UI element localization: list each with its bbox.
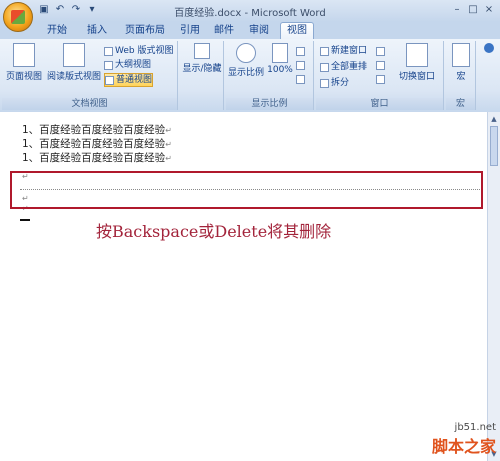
split-icon bbox=[320, 78, 329, 88]
tab-insert[interactable]: 插入 bbox=[80, 23, 114, 38]
title-bar: ▣ ↶ ↷ ▾ 百度经验.docx - Microsoft Word – □ × bbox=[0, 0, 500, 23]
scroll-thumb[interactable] bbox=[490, 126, 498, 166]
group-window: 新建窗口 全部重排 拆分 切换窗口 窗口 bbox=[316, 41, 444, 110]
reading-view-icon bbox=[63, 43, 85, 67]
vertical-scrollbar[interactable]: ▲ ▼ bbox=[487, 112, 500, 461]
web-view-button[interactable]: Web 版式视图 bbox=[104, 45, 173, 57]
document-line: 1、百度经验百度经验百度经验↵ bbox=[22, 152, 172, 164]
help-icon[interactable] bbox=[484, 43, 494, 53]
split-button[interactable]: 拆分 bbox=[320, 77, 349, 89]
tab-references[interactable]: 引用 bbox=[176, 23, 204, 38]
draft-view-button[interactable]: 普通视图 bbox=[104, 73, 154, 87]
two-pages-icon bbox=[296, 60, 305, 70]
highlight-box bbox=[10, 171, 483, 209]
tab-page-layout[interactable]: 页面布局 bbox=[118, 23, 172, 38]
office-logo-icon bbox=[11, 10, 25, 24]
show-hide-icon bbox=[194, 43, 210, 59]
group-zoom: 显示比例 100% 显示比例 bbox=[226, 41, 314, 110]
group-label-window: 窗口 bbox=[316, 98, 443, 110]
reset-window-icon bbox=[376, 74, 385, 84]
sync-scroll-button[interactable] bbox=[376, 59, 385, 71]
group-label-zoom: 显示比例 bbox=[226, 98, 313, 110]
group-label-macros: 宏 bbox=[446, 98, 475, 110]
outline-view-icon bbox=[104, 60, 113, 70]
office-button[interactable] bbox=[3, 2, 33, 32]
minimize-button[interactable]: – bbox=[450, 3, 464, 17]
tab-mailings[interactable]: 邮件 bbox=[210, 23, 238, 38]
two-pages-button[interactable] bbox=[296, 59, 305, 71]
show-hide-button[interactable]: 显示/隐藏 bbox=[182, 43, 222, 74]
watermark-brand: 脚本之家 bbox=[431, 437, 496, 456]
maximize-button[interactable]: □ bbox=[466, 3, 480, 17]
group-macros: 宏 宏 bbox=[446, 41, 476, 110]
arrange-all-button[interactable]: 全部重排 bbox=[320, 61, 367, 73]
zoom-100-icon bbox=[272, 43, 288, 63]
macros-icon bbox=[452, 43, 470, 67]
ribbon: 页面视图 阅读版式视图 Web 版式视图 大纲视图 普通视图 文档视图 显示/隐… bbox=[0, 39, 500, 113]
watermark: jb51.net 脚本之家 bbox=[432, 422, 496, 457]
window-controls: – □ × bbox=[450, 3, 496, 17]
page-view-icon bbox=[13, 43, 35, 67]
arrange-all-icon bbox=[320, 62, 329, 72]
ribbon-tabs: 开始 插入 页面布局 引用 邮件 审阅 视图 bbox=[0, 22, 500, 40]
page-width-icon bbox=[296, 74, 305, 84]
new-window-icon bbox=[320, 46, 329, 56]
group-label-document-views: 文档视图 bbox=[2, 98, 177, 110]
window-title: 百度经验.docx - Microsoft Word bbox=[174, 8, 326, 19]
magnifier-icon bbox=[236, 43, 256, 63]
one-page-icon bbox=[296, 46, 305, 56]
draft-view-icon bbox=[105, 75, 114, 85]
scroll-up-icon[interactable]: ▲ bbox=[489, 114, 499, 124]
page-view-button[interactable]: 页面视图 bbox=[6, 43, 42, 82]
tab-review[interactable]: 审阅 bbox=[244, 23, 274, 38]
zoom-button[interactable]: 显示比例 bbox=[226, 43, 266, 78]
new-window-button[interactable]: 新建窗口 bbox=[320, 45, 367, 57]
text-cursor bbox=[20, 219, 30, 221]
macros-button[interactable]: 宏 bbox=[448, 43, 474, 82]
tab-home[interactable]: 开始 bbox=[40, 23, 74, 38]
view-side-by-side-button[interactable] bbox=[376, 45, 385, 57]
reset-window-button[interactable] bbox=[376, 73, 385, 85]
document-line: 1、百度经验百度经验百度经验↵ bbox=[22, 138, 172, 150]
page-width-button[interactable] bbox=[296, 73, 305, 85]
one-page-button[interactable] bbox=[296, 45, 305, 57]
group-document-views: 页面视图 阅读版式视图 Web 版式视图 大纲视图 普通视图 文档视图 bbox=[2, 41, 178, 110]
document-line: 1、百度经验百度经验百度经验↵ bbox=[22, 124, 172, 136]
reading-view-button[interactable]: 阅读版式视图 bbox=[46, 43, 102, 82]
watermark-site: jb51.net bbox=[454, 422, 496, 433]
sync-scroll-icon bbox=[376, 60, 385, 70]
close-button[interactable]: × bbox=[482, 3, 496, 17]
switch-window-icon bbox=[406, 43, 428, 67]
tab-view[interactable]: 视图 bbox=[280, 22, 314, 40]
group-show-hide: 显示/隐藏 bbox=[180, 41, 224, 110]
switch-window-button[interactable]: 切换窗口 bbox=[394, 43, 440, 82]
zoom-100-button[interactable]: 100% bbox=[266, 43, 294, 75]
outline-view-button[interactable]: 大纲视图 bbox=[104, 59, 151, 71]
document-area[interactable]: 1、百度经验百度经验百度经验↵ 1、百度经验百度经验百度经验↵ 1、百度经验百度… bbox=[0, 112, 487, 461]
side-by-side-icon bbox=[376, 46, 385, 56]
web-view-icon bbox=[104, 46, 113, 56]
instruction-annotation: 按Backspace或Delete将其删除 bbox=[96, 222, 332, 241]
